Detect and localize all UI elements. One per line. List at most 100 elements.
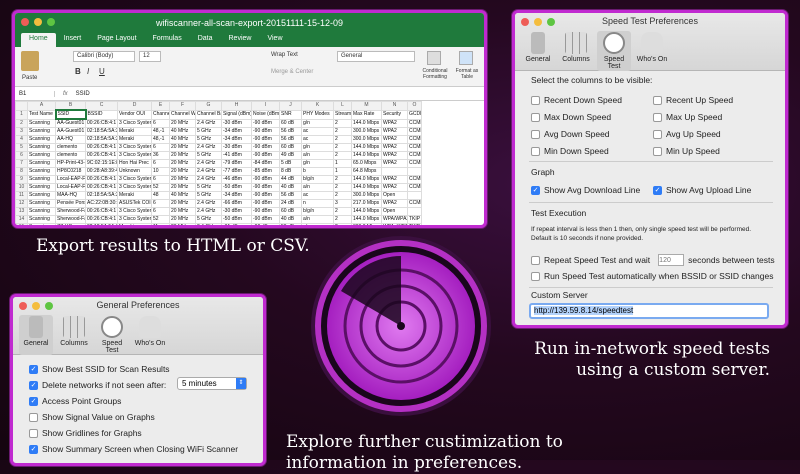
table-cell[interactable]: 44 dB bbox=[279, 175, 302, 184]
table-cell[interactable]: WPA2 bbox=[381, 135, 408, 144]
column-checkbox[interactable]: Avg Up Speed bbox=[653, 129, 721, 139]
table-cell[interactable]: Scanning bbox=[27, 127, 56, 136]
table-cell[interactable]: Scanning bbox=[27, 199, 56, 208]
column-header[interactable]: L bbox=[333, 101, 352, 111]
table-cell[interactable]: 2 bbox=[333, 223, 352, 225]
table-cell[interactable]: 3 Cisco System bbox=[117, 183, 152, 192]
table-cell[interactable]: Scanning bbox=[27, 143, 56, 152]
table-cell[interactable]: 65.0 Mbps bbox=[351, 159, 382, 168]
table-cell[interactable]: BSSID bbox=[85, 109, 118, 120]
row-number[interactable]: 12 bbox=[15, 199, 28, 208]
table-cell[interactable]: Hon Hai Prec bbox=[117, 159, 152, 168]
column-checkbox[interactable]: Recent Up Speed bbox=[653, 95, 733, 105]
table-cell[interactable]: 00:26:CB:4:1 bbox=[85, 175, 118, 184]
table-cell[interactable]: g/n bbox=[301, 118, 334, 128]
table-cell[interactable]: a/n bbox=[301, 151, 334, 160]
column-header[interactable]: I bbox=[251, 101, 280, 111]
table-cell[interactable]: CCMP bbox=[407, 183, 422, 192]
table-cell[interactable]: b bbox=[301, 167, 334, 176]
general-option-checkbox[interactable]: Show Signal Value on Graphs bbox=[29, 412, 155, 422]
table-cell[interactable]: n bbox=[301, 199, 334, 208]
table-cell[interactable]: 49 dB bbox=[279, 151, 302, 160]
table-cell[interactable]: -34 dBm bbox=[221, 127, 252, 136]
row-number[interactable]: 4 bbox=[15, 135, 28, 144]
name-box[interactable]: B1 bbox=[15, 90, 55, 97]
table-cell[interactable]: 9C:02:15:1E:8 bbox=[85, 159, 118, 168]
table-cell[interactable]: 56 dB bbox=[279, 135, 302, 144]
table-cell[interactable]: 60 dB bbox=[279, 118, 302, 128]
table-cell[interactable]: WPA2 bbox=[381, 143, 408, 152]
table-cell[interactable]: 20 MHz bbox=[169, 207, 196, 216]
table-cell[interactable]: -30 dBm bbox=[221, 207, 252, 216]
table-cell[interactable]: Meraki bbox=[117, 127, 152, 136]
show-avg-upload-checkbox[interactable]: ✓ Show Avg Upload Line bbox=[653, 185, 751, 195]
tab-data[interactable]: Data bbox=[190, 33, 221, 47]
table-cell[interactable]: 6 bbox=[151, 175, 170, 184]
table-cell[interactable]: -31 dBm bbox=[221, 223, 252, 225]
show-avg-download-checkbox[interactable]: ✓ Show Avg Download Line bbox=[531, 185, 640, 195]
general-option-checkbox[interactable]: ✓ Delete networks if not seen after: bbox=[29, 380, 166, 390]
table-cell[interactable]: -79 dBm bbox=[221, 159, 252, 168]
table-cell[interactable]: ac bbox=[301, 127, 334, 136]
minimize-button[interactable] bbox=[534, 18, 542, 26]
table-cell[interactable]: 40 MHz bbox=[169, 135, 196, 144]
table-cell[interactable]: 2 bbox=[333, 191, 352, 200]
table-cell[interactable]: 3 Cisco System bbox=[117, 143, 152, 152]
table-cell[interactable]: 144.0 Mbps bbox=[351, 215, 382, 224]
table-cell[interactable]: 00:26:CB:4:1 bbox=[85, 215, 118, 224]
table-cell[interactable]: 5 GHz bbox=[195, 183, 222, 192]
row-number[interactable]: 15 bbox=[15, 223, 28, 225]
table-cell[interactable]: -90 dBm bbox=[251, 207, 280, 216]
zoom-button[interactable] bbox=[47, 18, 55, 26]
tab-insert[interactable]: Insert bbox=[56, 33, 90, 47]
table-cell[interactable]: 5 GHz bbox=[195, 127, 222, 136]
table-cell[interactable]: Noise (dBm) bbox=[251, 109, 280, 120]
table-cell[interactable] bbox=[407, 167, 422, 176]
table-cell[interactable]: -90 dBm bbox=[251, 175, 280, 184]
table-cell[interactable]: 59 dB bbox=[279, 223, 302, 225]
table-cell[interactable]: 2.4 GHz bbox=[195, 118, 222, 128]
tool-whos-on[interactable]: Who's On bbox=[133, 315, 167, 355]
table-cell[interactable]: a/n bbox=[301, 183, 334, 192]
table-cell[interactable]: WPA, WPA2 bbox=[381, 223, 408, 225]
table-cell[interactable]: 00:26:CB:4:1 bbox=[85, 143, 118, 152]
row-number[interactable]: 2 bbox=[15, 118, 28, 128]
table-cell[interactable]: WPA2 bbox=[381, 183, 408, 192]
table-cell[interactable]: 3 Cisco System bbox=[117, 151, 152, 160]
table-cell[interactable]: CCMP bbox=[407, 127, 422, 136]
table-cell[interactable]: -50 dBm bbox=[221, 215, 252, 224]
table-cell[interactable]: Sherwood-Fa bbox=[55, 215, 86, 224]
table-cell[interactable]: Scanning bbox=[27, 159, 56, 168]
table-cell[interactable]: -90 dBm bbox=[251, 183, 280, 192]
table-cell[interactable]: clemento bbox=[55, 151, 86, 160]
tab-page-layout[interactable]: Page Layout bbox=[89, 33, 144, 47]
conditional-formatting-icon[interactable] bbox=[427, 51, 441, 65]
number-format-select[interactable]: General bbox=[337, 51, 415, 62]
table-cell[interactable]: 5 GHz bbox=[195, 191, 222, 200]
row-number[interactable]: 8 bbox=[15, 167, 28, 176]
table-cell[interactable]: PHY Modes bbox=[301, 109, 334, 120]
tool-general[interactable]: General bbox=[521, 31, 555, 71]
table-cell[interactable]: WPA/WPA2 bbox=[381, 215, 408, 224]
column-header[interactable]: H bbox=[221, 101, 252, 111]
table-cell[interactable]: 10 bbox=[151, 167, 170, 176]
table-cell[interactable]: b/g/n bbox=[301, 175, 334, 184]
table-cell[interactable]: 48,-1 bbox=[151, 135, 170, 144]
table-cell[interactable]: MAA-HQ bbox=[55, 191, 86, 200]
row-number[interactable]: 7 bbox=[15, 159, 28, 168]
table-cell[interactable]: -66 dBm bbox=[221, 199, 252, 208]
row-number[interactable]: 13 bbox=[15, 207, 28, 216]
spreadsheet-grid[interactable]: A B C D E F G H I J K L M N O 1 Test Name SSID BSSID Vendor… bbox=[15, 101, 484, 225]
table-cell[interactable]: -90 dBm bbox=[251, 215, 280, 224]
table-cell[interactable]: Scanning bbox=[27, 167, 56, 176]
table-cell[interactable]: CCMP bbox=[407, 199, 422, 208]
table-cell[interactable]: ac bbox=[301, 191, 334, 200]
table-cell[interactable]: -30 dBm bbox=[221, 143, 252, 152]
table-cell[interactable]: 00:28:A8:39:4 bbox=[85, 167, 118, 176]
table-cell[interactable]: 48 bbox=[151, 191, 170, 200]
tool-columns[interactable]: Columns bbox=[57, 315, 91, 355]
table-cell[interactable]: 52 bbox=[151, 215, 170, 224]
table-cell[interactable]: -90 dBm bbox=[251, 151, 280, 160]
table-cell[interactable]: 2.4 GHz bbox=[195, 175, 222, 184]
table-cell[interactable]: 20 MHz bbox=[169, 199, 196, 208]
